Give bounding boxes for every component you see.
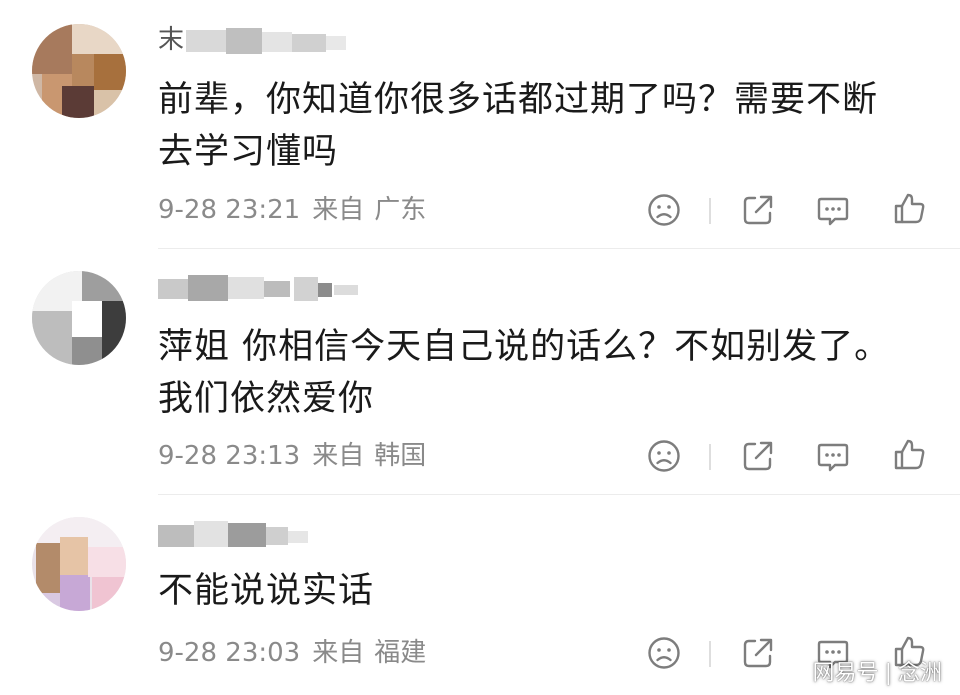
share-icon[interactable]: [740, 438, 776, 474]
comment-item: 萍姐 你相信今天自己说的话么？不如别发了。 我们依然爱你 9-28 23:13 来…: [0, 249, 960, 493]
share-icon[interactable]: [740, 192, 776, 228]
comment-actions: [0, 191, 960, 231]
like-thumb-icon[interactable]: [891, 191, 927, 227]
avatar[interactable]: [32, 271, 126, 365]
action-separator: [709, 198, 711, 224]
action-separator: [709, 444, 711, 470]
username[interactable]: [158, 517, 338, 549]
username-mosaic: [158, 273, 358, 303]
dislike-face-icon[interactable]: [646, 438, 682, 474]
watermark-author: 念洲: [897, 661, 942, 686]
username[interactable]: [158, 271, 368, 303]
username-text: 末: [158, 25, 185, 55]
comment-line: 萍姐 你相信今天自己说的话么？不如别发了。: [158, 327, 891, 367]
comment-line: 前辈，你知道你很多话都过期了吗？需要不断: [158, 80, 879, 120]
username[interactable]: 末: [158, 24, 358, 56]
watermark-brand: 网易号: [812, 661, 879, 686]
comment-text: 不能说说实话: [158, 565, 928, 617]
comment-text: 前辈，你知道你很多话都过期了吗？需要不断 去学习懂吗: [158, 74, 928, 178]
comment-icon[interactable]: [815, 438, 851, 474]
dislike-face-icon[interactable]: [646, 192, 682, 228]
avatar[interactable]: [32, 24, 126, 118]
avatar[interactable]: [32, 517, 126, 611]
watermark-separator: |: [884, 661, 892, 686]
comment-line: 我们依然爱你: [158, 379, 375, 419]
share-icon[interactable]: [740, 635, 776, 671]
comment-line: 去学习懂吗: [158, 132, 339, 172]
dislike-face-icon[interactable]: [646, 635, 682, 671]
comment-text: 萍姐 你相信今天自己说的话么？不如别发了。 我们依然爱你: [158, 321, 928, 425]
comment-icon[interactable]: [815, 192, 851, 228]
watermark: 网易号 | 念洲: [813, 661, 942, 687]
like-thumb-icon[interactable]: [891, 437, 927, 473]
comment-line: 不能说说实话: [158, 571, 375, 611]
comment-actions: [0, 437, 960, 477]
username-mosaic: [158, 519, 308, 549]
username-mosaic: [186, 26, 346, 56]
comment-item: 末 前辈，你知道你很多话都过期了吗？需要不断 去学习懂吗 9-28 23:21 来…: [0, 0, 960, 248]
action-separator: [709, 641, 711, 667]
